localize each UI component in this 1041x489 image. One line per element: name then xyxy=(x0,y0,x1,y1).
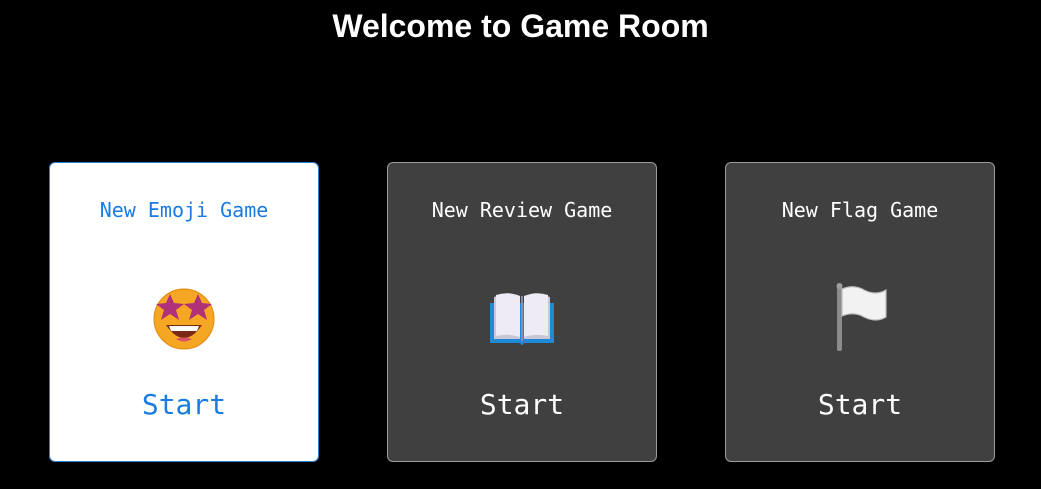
flag-game-card[interactable]: New Flag Game Start xyxy=(725,162,995,462)
review-game-title: New Review Game xyxy=(431,198,613,222)
emoji-game-card[interactable]: New Emoji Game Start xyxy=(49,162,319,462)
star-struck-face-icon xyxy=(50,281,318,353)
emoji-game-start-button[interactable]: Start xyxy=(50,385,318,425)
white-flag-icon xyxy=(726,281,994,353)
open-book-icon xyxy=(388,281,656,353)
review-game-card[interactable]: New Review Game Start xyxy=(387,162,657,462)
review-game-start-button[interactable]: Start xyxy=(388,385,656,425)
flag-game-start-button[interactable]: Start xyxy=(726,385,994,425)
page-title: Welcome to Game Room xyxy=(332,8,709,44)
emoji-game-title: New Emoji Game xyxy=(99,198,269,222)
flag-game-title: New Flag Game xyxy=(781,198,939,222)
